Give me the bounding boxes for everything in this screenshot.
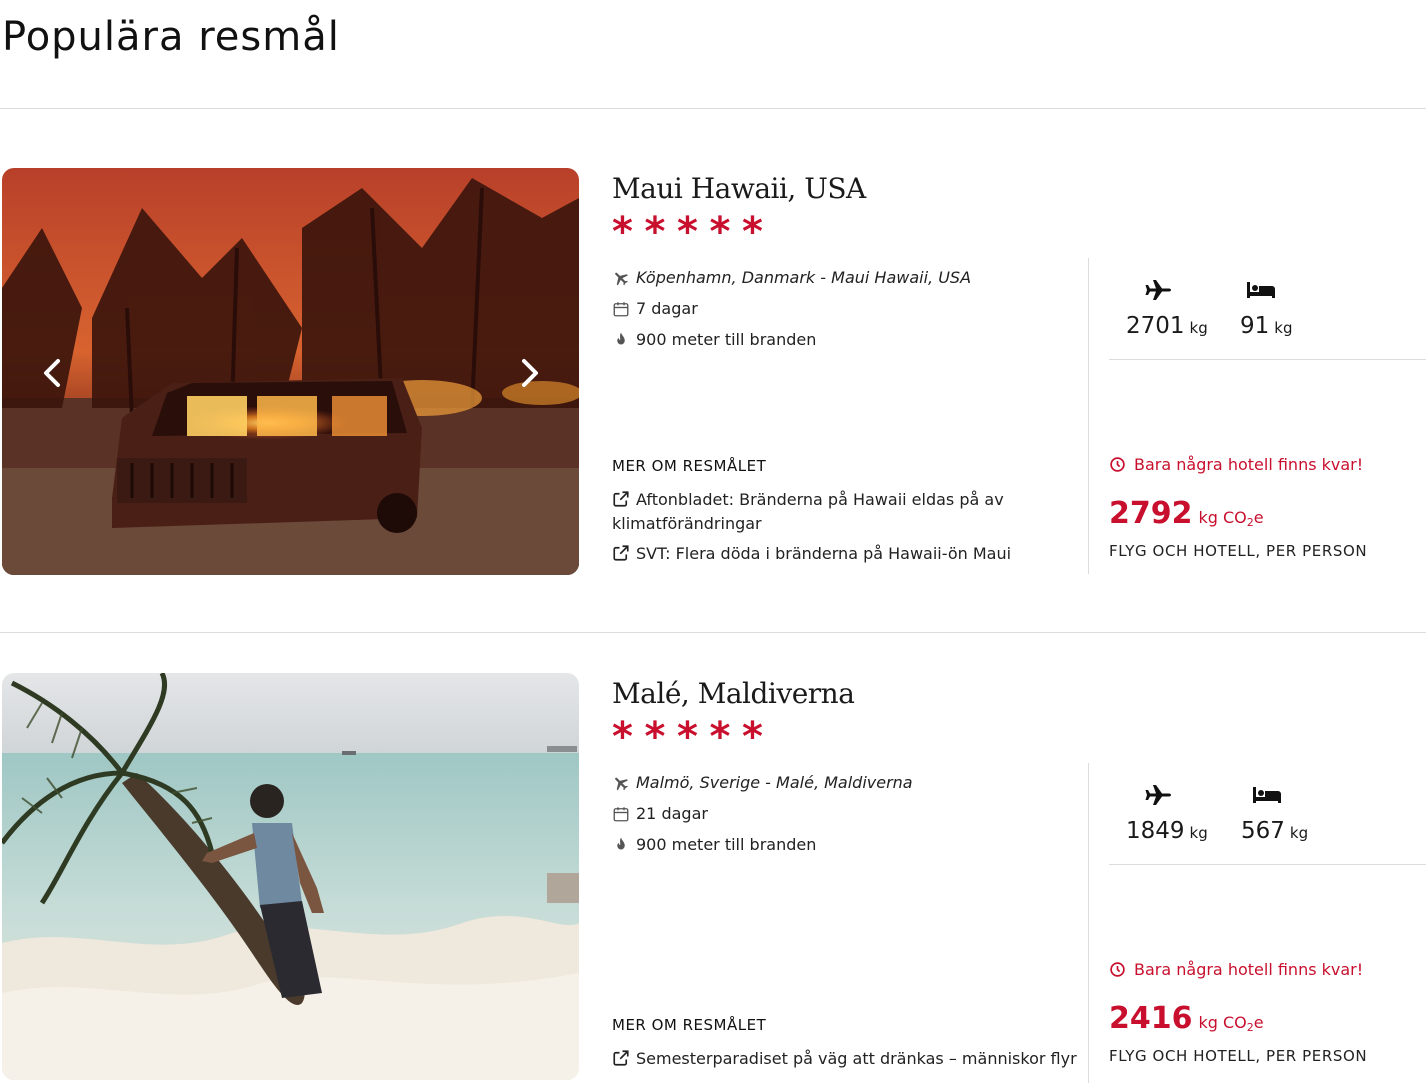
more-about-heading: MER OM RESMÅLET <box>612 457 767 475</box>
emission-unit: kg <box>1289 824 1309 842</box>
hotel-emission: 91 kg <box>1240 313 1293 339</box>
external-link-icon <box>612 490 630 508</box>
emission-unit: kg <box>1189 824 1208 842</box>
route-text: Köpenhamn, Danmark - Maui Hawaii, USA <box>636 268 972 287</box>
emission-unit: kg <box>1189 319 1208 337</box>
emission-unit: kg <box>1274 319 1293 337</box>
star-icon: * <box>742 714 763 760</box>
bed-icon <box>1252 783 1282 807</box>
total-emission: 2416 kg CO2e <box>1109 1001 1264 1036</box>
destination-photo-maui <box>2 168 579 575</box>
fire-icon <box>612 836 630 854</box>
star-rating: * * * * * <box>612 717 769 757</box>
news-link-text[interactable]: SVT: Flera döda i bränderna på Hawaii-ön… <box>636 544 1011 563</box>
news-link[interactable]: SVT: Flera döda i bränderna på Hawaii-ön… <box>612 542 1032 566</box>
destination-title[interactable]: Maui Hawaii, USA <box>612 172 866 205</box>
bed-icon <box>1246 278 1276 302</box>
star-icon: * <box>644 714 666 760</box>
destination-title[interactable]: Malé, Maldiverna <box>612 677 855 710</box>
news-link-text[interactable]: Semesterparadiset på väg att dränkas – m… <box>636 1049 1077 1068</box>
star-icon: * <box>677 714 698 760</box>
plane-icon <box>612 269 630 287</box>
star-icon: * <box>742 209 763 255</box>
flight-emission-value: 2701 <box>1126 313 1185 339</box>
total-emission-unit: kg CO2e <box>1198 508 1264 529</box>
total-caption: FLYG OCH HOTELL, PER PERSON <box>1109 542 1368 560</box>
destination-photo-male <box>2 673 579 1080</box>
header-divider <box>0 108 1426 109</box>
external-link-icon <box>612 1049 630 1067</box>
star-icon: * <box>677 209 698 255</box>
route-text: Malmö, Sverige - Malé, Maldiverna <box>636 773 913 792</box>
warning-text: Bara några hotell finns kvar! <box>1134 455 1364 474</box>
chevron-right-icon <box>522 359 538 387</box>
duration-row: 7 dagar <box>612 299 698 318</box>
star-icon: * <box>644 209 666 255</box>
route-row: Malmö, Sverige - Malé, Maldiverna <box>612 773 913 792</box>
chevron-left-icon <box>44 359 60 387</box>
destination-card-male: Malé, Maldiverna * * * * * Malmö, Sverig… <box>0 673 1426 1083</box>
more-about-heading: MER OM RESMÅLET <box>612 1016 767 1034</box>
availability-warning: Bara några hotell finns kvar! <box>1109 960 1363 979</box>
star-icon: * <box>709 209 731 255</box>
carousel-next-button[interactable] <box>514 353 544 393</box>
total-emission-unit: kg CO2e <box>1198 1013 1264 1034</box>
star-icon: * <box>612 209 633 255</box>
emission-divider <box>1109 359 1426 360</box>
destination-card-maui: Maui Hawaii, USA * * * * * Köpenhamn, Da… <box>0 168 1426 578</box>
news-link[interactable]: Semesterparadiset på väg att dränkas – m… <box>612 1047 1082 1071</box>
total-emission-value: 2416 <box>1109 1001 1193 1036</box>
external-link-icon <box>612 544 630 562</box>
flight-emission-value: 1849 <box>1126 818 1185 844</box>
star-icon: * <box>612 714 633 760</box>
fire-icon <box>612 331 630 349</box>
column-divider <box>1088 258 1089 574</box>
hotel-emission-value: 567 <box>1241 818 1285 844</box>
clock-icon <box>1110 457 1125 472</box>
star-icon: * <box>709 714 731 760</box>
fire-distance-text: 900 meter till branden <box>636 330 817 349</box>
page-title: Populära resmål <box>2 14 340 60</box>
plane-icon <box>612 774 630 792</box>
calendar-icon <box>612 300 630 318</box>
duration-text: 7 dagar <box>636 299 698 318</box>
carousel-prev-button[interactable] <box>38 353 68 393</box>
card-divider <box>0 632 1426 633</box>
hotel-emission: 567 kg <box>1241 818 1308 844</box>
star-rating: * * * * * <box>612 212 769 252</box>
warning-text: Bara några hotell finns kvar! <box>1134 960 1364 979</box>
calendar-icon <box>612 805 630 823</box>
total-emission: 2792 kg CO2e <box>1109 496 1264 531</box>
news-link-text[interactable]: Aftonbladet: Bränderna på Hawaii eldas p… <box>612 490 1004 533</box>
column-divider <box>1088 763 1089 1083</box>
total-emission-value: 2792 <box>1109 496 1193 531</box>
fire-distance-row: 900 meter till branden <box>612 835 816 854</box>
fire-distance-row: 900 meter till branden <box>612 330 816 349</box>
flight-emission: 1849 kg <box>1126 818 1208 844</box>
route-row: Köpenhamn, Danmark - Maui Hawaii, USA <box>612 268 971 287</box>
emission-divider <box>1109 864 1426 865</box>
duration-text: 21 dagar <box>636 804 708 823</box>
total-caption: FLYG OCH HOTELL, PER PERSON <box>1109 1047 1368 1065</box>
clock-icon <box>1110 962 1125 977</box>
plane-icon <box>1143 783 1173 807</box>
plane-icon <box>1143 278 1173 302</box>
news-link[interactable]: Aftonbladet: Bränderna på Hawaii eldas p… <box>612 488 1032 536</box>
availability-warning: Bara några hotell finns kvar! <box>1109 455 1363 474</box>
duration-row: 21 dagar <box>612 804 708 823</box>
flight-emission: 2701 kg <box>1126 313 1208 339</box>
hotel-emission-value: 91 <box>1240 313 1270 339</box>
fire-distance-text: 900 meter till branden <box>636 835 817 854</box>
